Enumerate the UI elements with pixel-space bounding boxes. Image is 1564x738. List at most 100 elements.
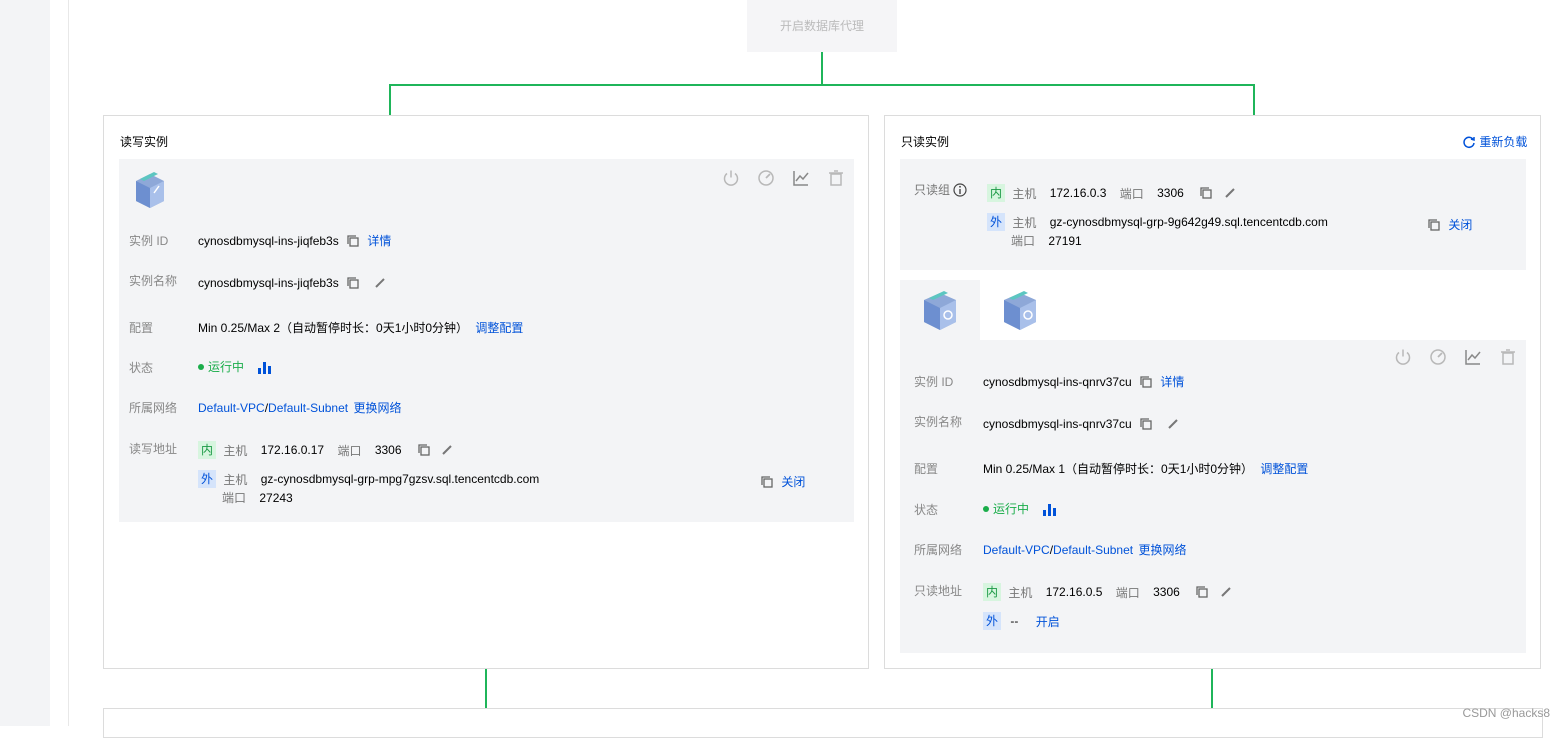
host-label: 主机 — [1008, 585, 1033, 600]
connector-line — [1253, 84, 1255, 116]
ro-config-value: Min 0.25/Max 1（自动暂停时长：0天1小时0分钟） — [983, 462, 1254, 476]
ro-address-label: 只读地址 — [914, 584, 963, 598]
edit-icon[interactable] — [373, 276, 387, 290]
speed-icon[interactable] — [757, 169, 775, 187]
trash-icon[interactable] — [827, 169, 845, 187]
db-instance-icon — [136, 172, 164, 208]
host-label: 主机 — [223, 443, 248, 458]
ro-vpc-link[interactable]: Default-VPC — [983, 543, 1050, 557]
ro-group-in-port: 3306 — [1157, 186, 1184, 200]
rw-name-value: cynosdbmysql-ins-jiqfeb3s — [198, 275, 339, 290]
left-gutter — [0, 0, 50, 726]
rw-config-label: 配置 — [129, 321, 154, 335]
rw-close-extranet-link[interactable]: 关闭 — [781, 473, 805, 490]
copy-icon[interactable] — [1199, 186, 1213, 200]
rw-id-label: 实例 ID — [129, 234, 169, 248]
ro-instance-panel: 只读实例 重新负载 只读组 内 主机 172.16.0.3 端口 3306 外 … — [884, 115, 1541, 669]
connector-line — [485, 668, 487, 708]
host-label: 主机 — [223, 472, 248, 487]
edit-icon[interactable] — [440, 443, 454, 457]
rw-status-value: 运行中 — [208, 360, 245, 374]
connector-line — [389, 84, 1255, 86]
left-divider — [68, 0, 69, 726]
ro-group-card: 只读组 内 主机 172.16.0.3 端口 3306 外 主机 gz-cyno… — [900, 159, 1526, 270]
ro-subnet-link[interactable]: Default-Subnet — [1053, 543, 1133, 557]
rw-panel-title: 读写实例 — [120, 135, 169, 149]
trash-icon[interactable] — [1499, 348, 1517, 366]
bar-chart-icon[interactable] — [257, 360, 273, 374]
ro-group-label: 只读组 — [914, 183, 951, 197]
ro-details-link[interactable]: 详情 — [1160, 373, 1184, 390]
connector-line — [1211, 668, 1213, 708]
extranet-tag: 外 — [983, 612, 1001, 630]
status-dot — [198, 363, 204, 370]
copy-icon[interactable] — [1139, 417, 1153, 431]
db-proxy-label: 开启数据库代理 — [779, 19, 864, 33]
chart-icon[interactable] — [792, 169, 810, 187]
ro-change-network-link[interactable]: 更换网络 — [1138, 541, 1186, 558]
bar-chart-icon[interactable] — [1042, 502, 1058, 516]
rw-in-port: 3306 — [374, 443, 402, 457]
ro-network-label: 所属网络 — [914, 543, 963, 557]
speed-icon[interactable] — [1429, 348, 1447, 366]
rw-change-network-link[interactable]: 更换网络 — [353, 399, 401, 416]
ro-group-in-host: 172.16.0.3 — [1049, 186, 1107, 200]
rw-subnet-link[interactable]: Default-Subnet — [268, 401, 348, 415]
rw-out-port: 27243 — [259, 490, 293, 505]
extranet-tag: 外 — [987, 213, 1005, 231]
port-label: 端口 — [1011, 234, 1036, 248]
ro-id-value: cynosdbmysql-ins-qnrv37cu — [983, 374, 1132, 389]
rw-network-label: 所属网络 — [129, 401, 178, 415]
port-label: 端口 — [1119, 186, 1144, 201]
ro-id-label: 实例 ID — [914, 375, 954, 389]
ro-out-value: -- — [1010, 614, 1019, 628]
ro-panel-title: 只读实例 — [901, 135, 950, 149]
db-proxy-block[interactable]: 开启数据库代理 — [747, 0, 897, 52]
rw-id-value: cynosdbmysql-ins-jiqfeb3s — [198, 233, 339, 248]
host-label: 主机 — [1012, 186, 1037, 201]
ro-instance-tab-2[interactable] — [980, 280, 1060, 340]
ro-instance-tab-1[interactable] — [900, 280, 980, 340]
rebalance-link[interactable]: 重新负载 — [1479, 133, 1527, 150]
status-dot — [983, 505, 989, 512]
rw-vpc-link[interactable]: Default-VPC — [198, 401, 265, 415]
power-icon[interactable] — [1394, 348, 1412, 366]
intranet-tag: 内 — [987, 184, 1005, 202]
ro-group-close-link[interactable]: 关闭 — [1448, 216, 1472, 233]
intranet-tag: 内 — [983, 583, 1001, 601]
edit-icon[interactable] — [1219, 585, 1233, 599]
ro-group-out-host: gz-cynosdbmysql-grp-9g642g49.sql.tencent… — [1049, 215, 1328, 229]
edit-icon[interactable] — [1223, 186, 1237, 200]
copy-icon[interactable] — [760, 475, 774, 489]
copy-icon[interactable] — [1195, 585, 1209, 599]
refresh-icon[interactable] — [1462, 135, 1476, 149]
copy-icon[interactable] — [346, 234, 360, 248]
copy-icon[interactable] — [1427, 218, 1441, 232]
intranet-tag: 内 — [198, 441, 216, 459]
ro-status-value: 运行中 — [993, 502, 1030, 516]
ro-open-extranet-link[interactable]: 开启 — [1036, 613, 1060, 630]
rw-details-link[interactable]: 详情 — [367, 232, 391, 249]
ro-group-out-port: 27191 — [1048, 233, 1082, 248]
rw-adjust-config-link[interactable]: 调整配置 — [475, 319, 523, 336]
edit-icon[interactable] — [1166, 417, 1180, 431]
copy-icon[interactable] — [1139, 375, 1153, 389]
port-label: 端口 — [222, 491, 247, 505]
watermark: CSDN @hacks8 — [1462, 706, 1550, 720]
info-icon[interactable] — [953, 182, 967, 197]
rw-address-label: 读写地址 — [129, 442, 178, 456]
db-instance-icon — [1004, 291, 1036, 330]
ro-in-host: 172.16.0.5 — [1045, 585, 1103, 599]
copy-icon[interactable] — [346, 276, 360, 290]
rw-instance-card: 实例 ID cynosdbmysql-ins-jiqfeb3s 详情 实例名称 … — [119, 159, 854, 522]
ro-status-label: 状态 — [914, 503, 939, 517]
ro-adjust-config-link[interactable]: 调整配置 — [1260, 460, 1308, 477]
chart-icon[interactable] — [1464, 348, 1482, 366]
copy-icon[interactable] — [417, 443, 431, 457]
bottom-panel — [103, 708, 1543, 738]
connector-line — [389, 84, 391, 116]
ro-in-port: 3306 — [1153, 585, 1180, 599]
rw-name-label: 实例名称 — [129, 274, 178, 288]
power-icon[interactable] — [722, 169, 740, 187]
ro-config-label: 配置 — [914, 462, 939, 476]
